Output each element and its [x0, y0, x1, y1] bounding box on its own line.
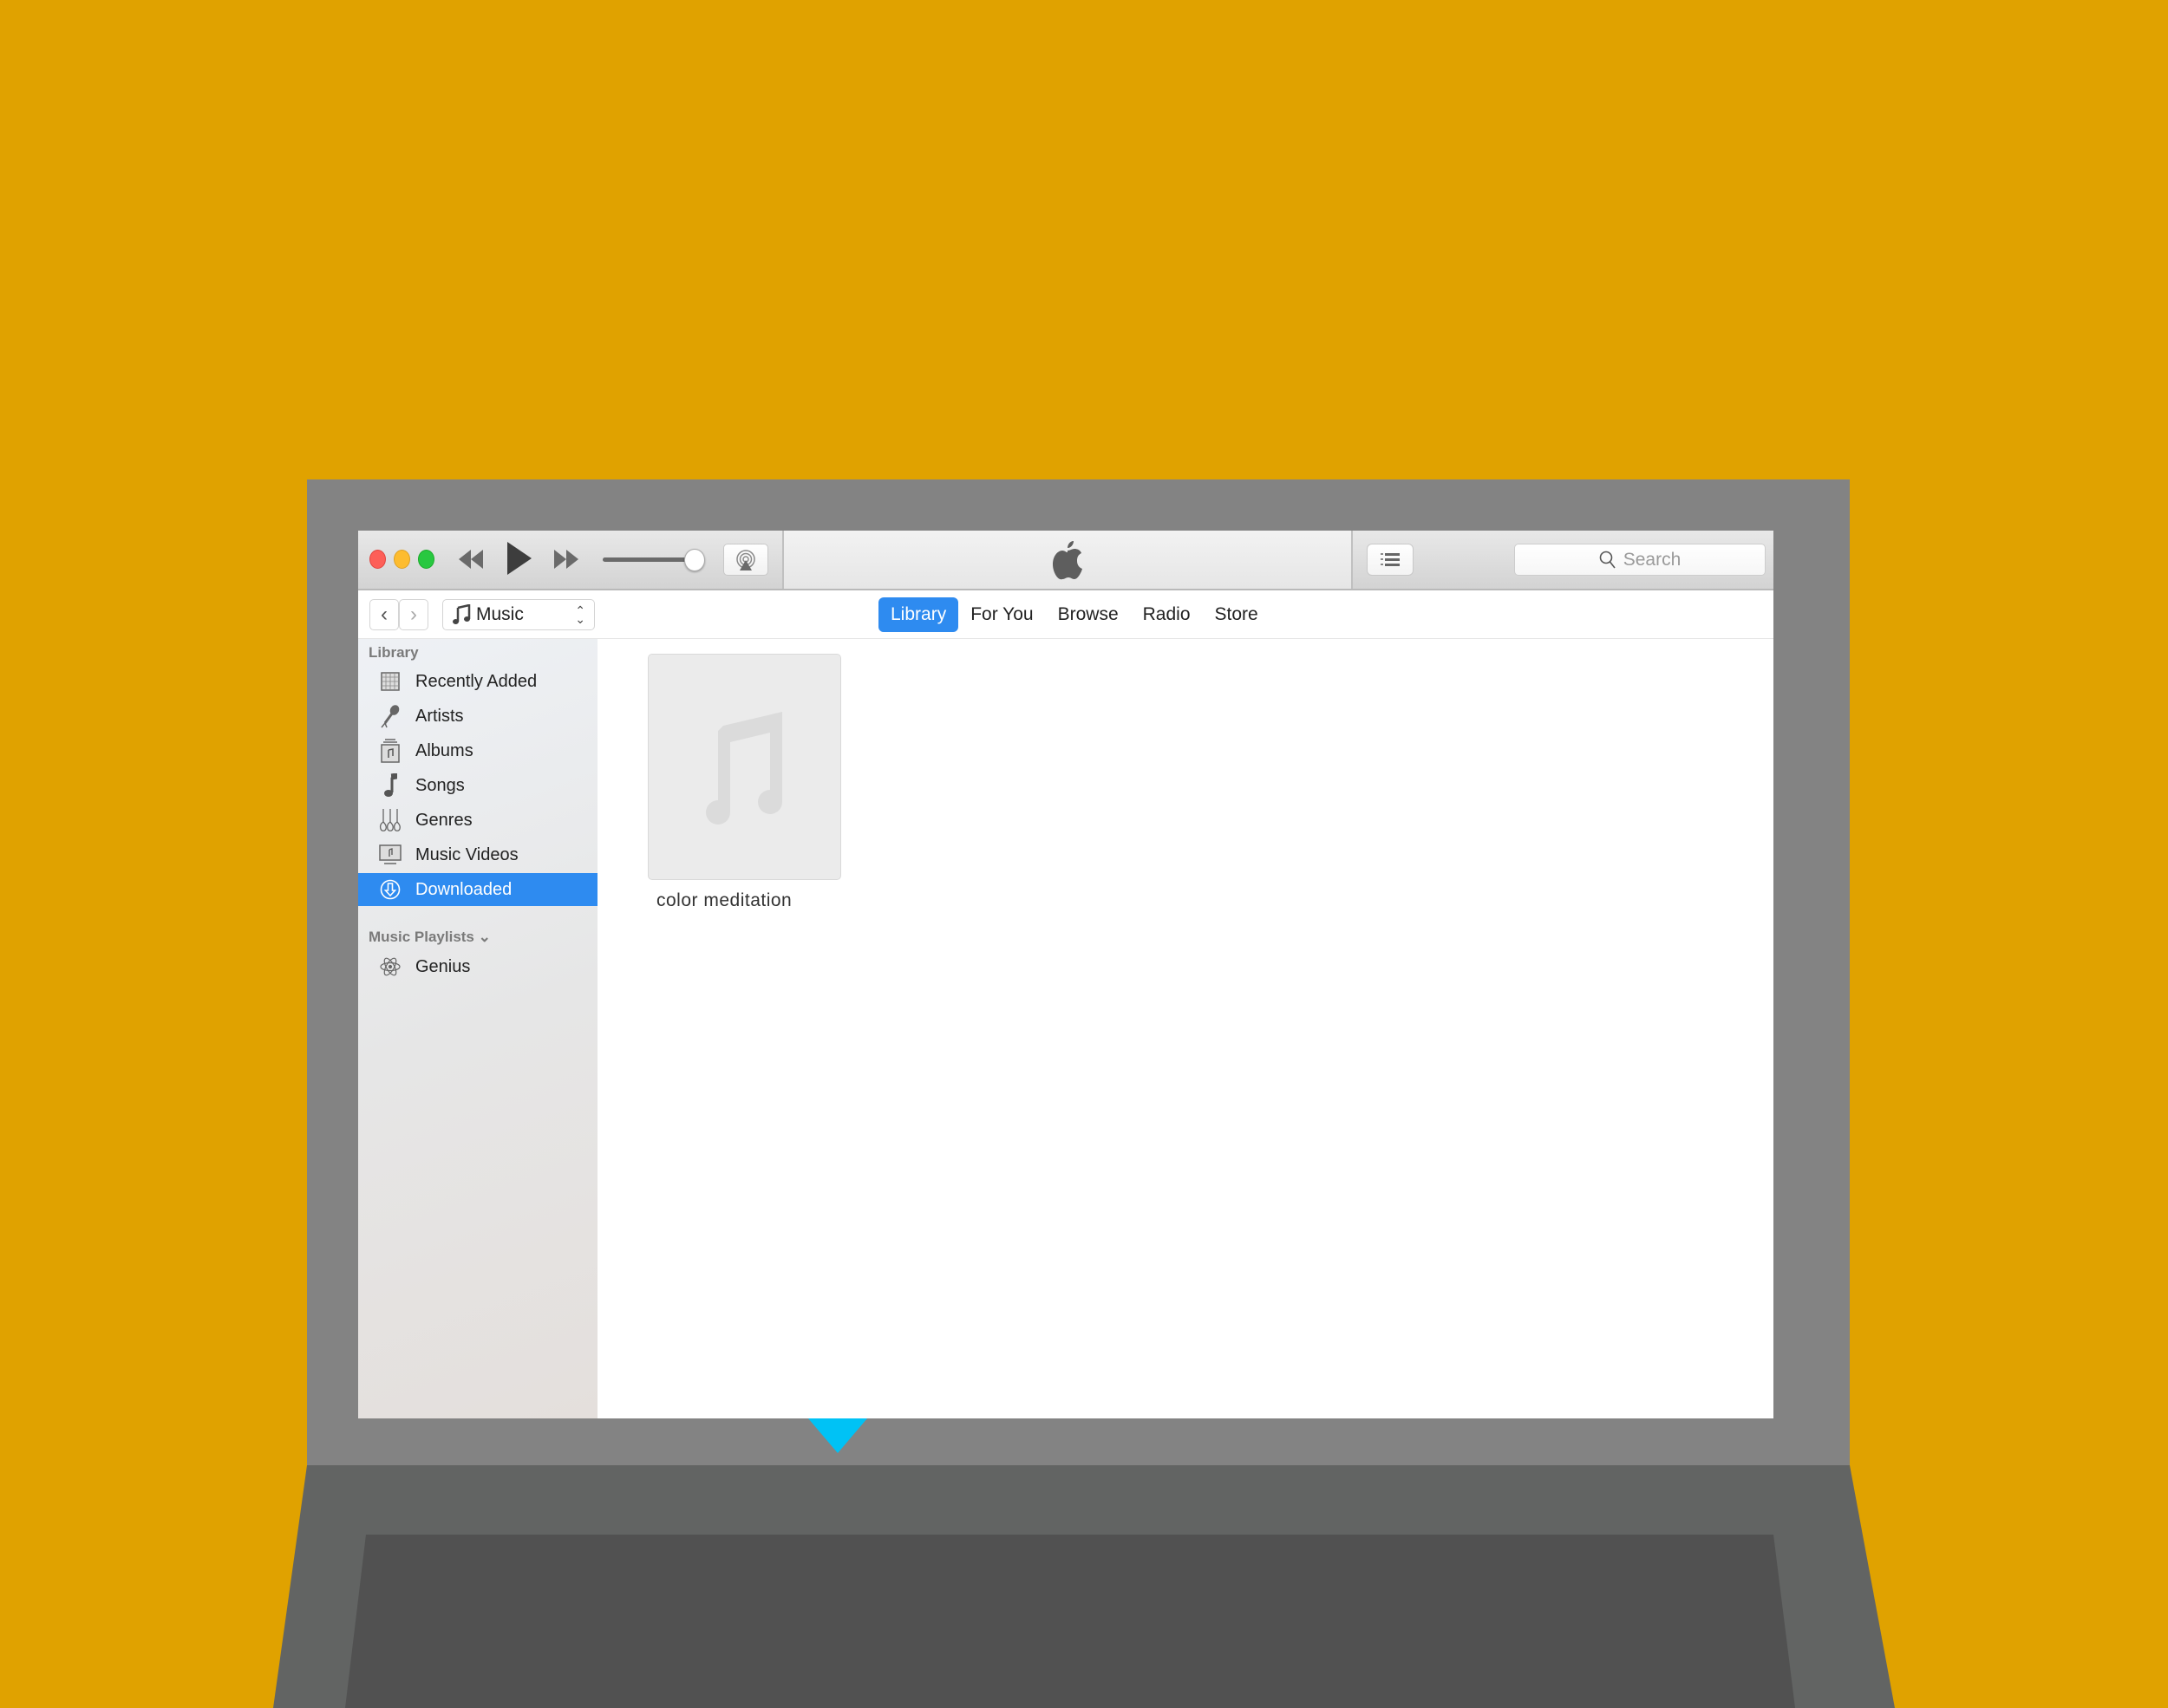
chevron-left-icon: ‹	[381, 603, 388, 626]
tab-browse[interactable]: Browse	[1046, 597, 1131, 632]
download-circle-icon	[375, 879, 405, 900]
sidebar-item-artists[interactable]: Artists	[358, 700, 598, 733]
next-track-button[interactable]	[551, 548, 582, 575]
play-button[interactable]	[506, 540, 533, 581]
sidebar-item-music-videos[interactable]: Music Videos	[358, 838, 598, 871]
close-window-button[interactable]	[369, 550, 386, 569]
play-icon	[507, 542, 532, 575]
indicator-triangle	[808, 1418, 867, 1453]
chevron-updown-icon: ⌃ ⌄	[575, 603, 585, 626]
sidebar-heading-library: Library	[369, 644, 419, 661]
sidebar-item-albums[interactable]: Albums	[358, 734, 598, 767]
airplay-icon	[736, 549, 755, 570]
laptop-base	[273, 1465, 1895, 1708]
volume-slider-knob[interactable]	[684, 549, 705, 571]
album-title[interactable]: color meditation	[656, 890, 792, 911]
sidebar-item-label: Genius	[415, 956, 471, 976]
chevron-right-icon: ›	[410, 603, 417, 626]
fast-forward-icon	[554, 550, 578, 569]
maximize-window-button[interactable]	[418, 550, 434, 569]
tab-radio[interactable]: Radio	[1131, 597, 1203, 632]
tab-library[interactable]: Library	[878, 597, 959, 632]
search-field[interactable]: Search	[1514, 544, 1766, 576]
search-icon	[1599, 551, 1616, 568]
media-type-label: Music	[476, 604, 524, 624]
sidebar-item-genres[interactable]: Genres	[358, 804, 598, 837]
album-icon	[375, 739, 405, 763]
up-next-list-button[interactable]	[1367, 544, 1414, 576]
music-note-placeholder-icon	[705, 711, 782, 825]
sidebar-item-songs[interactable]: Songs	[358, 769, 598, 802]
sidebar-item-label: Recently Added	[415, 671, 538, 691]
library-content: color meditation	[598, 639, 1773, 1418]
previous-track-button[interactable]	[455, 548, 486, 575]
chevron-down-icon: ⌄	[478, 929, 491, 945]
sidebar-item-label: Songs	[415, 775, 465, 795]
sidebar-item-label: Albums	[415, 740, 473, 760]
numbered-list-icon	[1381, 552, 1400, 566]
rewind-icon	[459, 550, 483, 569]
sidebar-item-label: Music Videos	[415, 844, 519, 864]
keyboard-area	[345, 1535, 1795, 1708]
sidebar-item-label: Genres	[415, 810, 473, 830]
grid-calendar-icon	[375, 672, 405, 691]
sidebar-heading-music-playlists[interactable]: Music Playlists ⌄	[369, 929, 491, 946]
tab-store[interactable]: Store	[1203, 597, 1270, 632]
back-button[interactable]: ‹	[369, 599, 399, 630]
itunes-window: Search ‹ › Music ⌃ ⌄ Library For You Brow…	[358, 531, 1773, 1418]
sidebar-item-downloaded[interactable]: Downloaded	[358, 873, 598, 906]
album-artwork[interactable]	[648, 654, 841, 880]
tab-for-you[interactable]: For You	[958, 597, 1045, 632]
sidebar-item-recently-added[interactable]: Recently Added	[358, 665, 598, 698]
music-video-icon	[375, 844, 405, 865]
guitars-icon	[375, 808, 405, 832]
minimize-window-button[interactable]	[394, 550, 410, 569]
media-type-select[interactable]: Music ⌃ ⌄	[442, 599, 595, 630]
sidebar: Library Recently Added Artists Albums So…	[358, 639, 598, 1418]
sidebar-item-genius[interactable]: Genius	[358, 950, 598, 983]
apple-logo-icon	[1053, 540, 1082, 579]
forward-button[interactable]: ›	[399, 599, 428, 630]
microphone-icon	[375, 704, 405, 728]
atom-icon	[375, 955, 405, 978]
music-note-icon	[453, 604, 471, 624]
navigation-bar: ‹ › Music ⌃ ⌄ Library For You Browse Radi…	[358, 590, 1773, 639]
status-display	[782, 531, 1353, 589]
airplay-button[interactable]	[723, 544, 768, 576]
toolbar: Search	[358, 531, 1773, 590]
sidebar-item-label: Artists	[415, 706, 464, 726]
sidebar-item-label: Downloaded	[415, 879, 513, 899]
playlists-heading-label: Music Playlists	[369, 929, 474, 945]
tab-bar: Library For You Browse Radio Store	[878, 597, 1270, 632]
music-note-icon	[375, 773, 405, 798]
search-placeholder: Search	[1623, 549, 1682, 570]
